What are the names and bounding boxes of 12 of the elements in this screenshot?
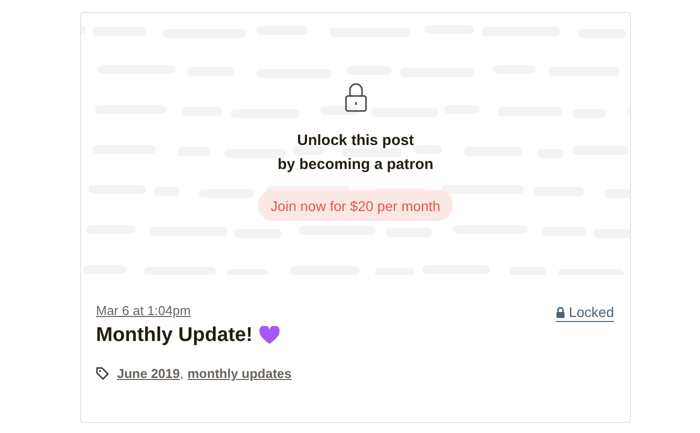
padlock-icon bbox=[556, 306, 565, 318]
tag-icon bbox=[96, 367, 109, 380]
tag-separator: , bbox=[180, 366, 184, 381]
locked-status-link[interactable]: Locked bbox=[556, 304, 614, 322]
unlock-heading: Unlock this post by becoming a patron bbox=[278, 131, 434, 175]
heart-icon bbox=[258, 326, 280, 345]
post-title: Monthly Update! bbox=[96, 324, 253, 347]
padlock-icon bbox=[344, 83, 366, 113]
post-date-link[interactable]: Mar 6 at 1:04pm bbox=[96, 303, 191, 318]
tag-link[interactable]: monthly updates bbox=[188, 366, 292, 381]
tag-link[interactable]: June 2019 bbox=[117, 366, 180, 381]
join-button[interactable]: Join now for $20 per month bbox=[258, 190, 454, 221]
